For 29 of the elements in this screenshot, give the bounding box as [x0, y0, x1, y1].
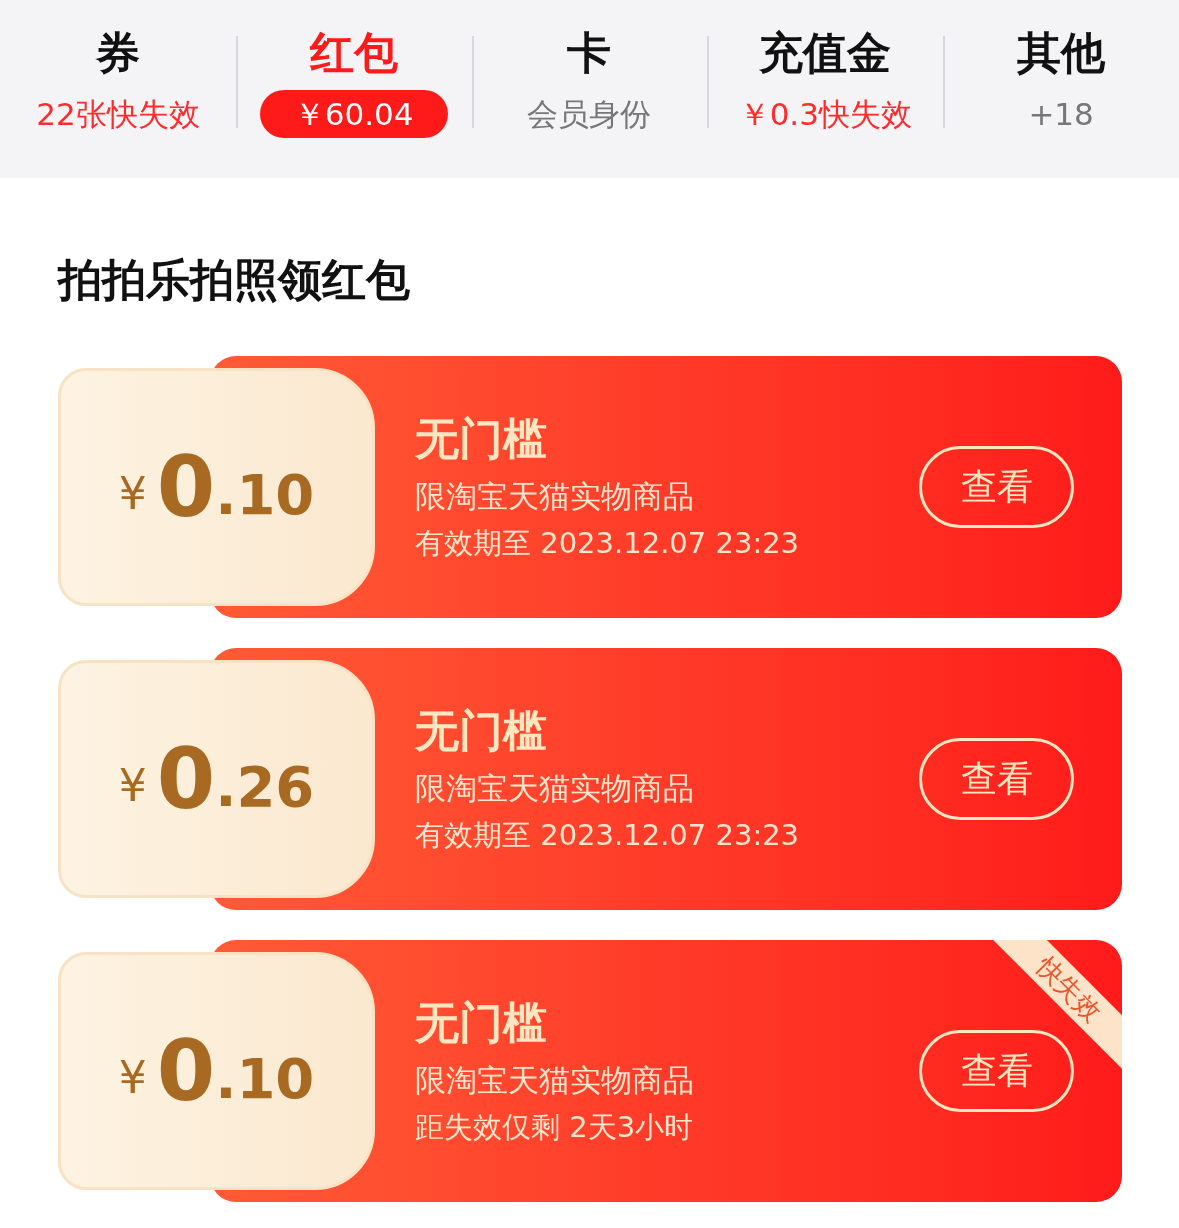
card-scope: 限淘宝天猫实物商品 [415, 769, 694, 808]
tab[interactable]: 券 22张快失效 [36, 22, 200, 138]
amount-integer: 0 [156, 1029, 216, 1113]
tab-subtitle: ￥0.3快失效 [738, 95, 912, 134]
amount-integer: 0 [156, 737, 216, 821]
amount-decimal: .10 [215, 1051, 315, 1107]
amount-integer: 0 [156, 445, 216, 529]
card-scope: 限淘宝天猫实物商品 [415, 1061, 694, 1100]
amount-decimal: .26 [215, 759, 315, 815]
tab[interactable]: 充值金 ￥0.3快失效 [738, 22, 912, 138]
card-title: 无门槛 [415, 996, 547, 1050]
card-title: 无门槛 [415, 704, 547, 758]
currency-symbol: ¥ [118, 759, 147, 813]
tab[interactable]: 红包 ￥60.04 [259, 22, 448, 138]
card-expiry: 有效期至 2023.12.07 23:23 [415, 817, 800, 854]
tab-subtitle: 22张快失效 [36, 95, 200, 134]
tab-subtitle: 会员身份 [527, 95, 652, 134]
amount-decimal: .10 [215, 467, 315, 523]
tab[interactable]: 其他 +18 [1017, 22, 1106, 138]
tab-subtitle: ￥60.04 [259, 90, 448, 138]
tab[interactable]: 卡 会员身份 [527, 22, 652, 138]
card-expiry: 距失效仅剩 2天3小时 [415, 1109, 694, 1146]
currency-symbol: ¥ [118, 1051, 147, 1105]
card-scope: 限淘宝天猫实物商品 [415, 477, 694, 516]
card-expiry: 有效期至 2023.12.07 23:23 [415, 525, 800, 562]
tab-subtitle: +18 [1028, 95, 1094, 134]
section-title: 拍拍乐拍照领红包 [58, 253, 410, 307]
card-title: 无门槛 [415, 412, 547, 466]
currency-symbol: ¥ [118, 467, 147, 521]
